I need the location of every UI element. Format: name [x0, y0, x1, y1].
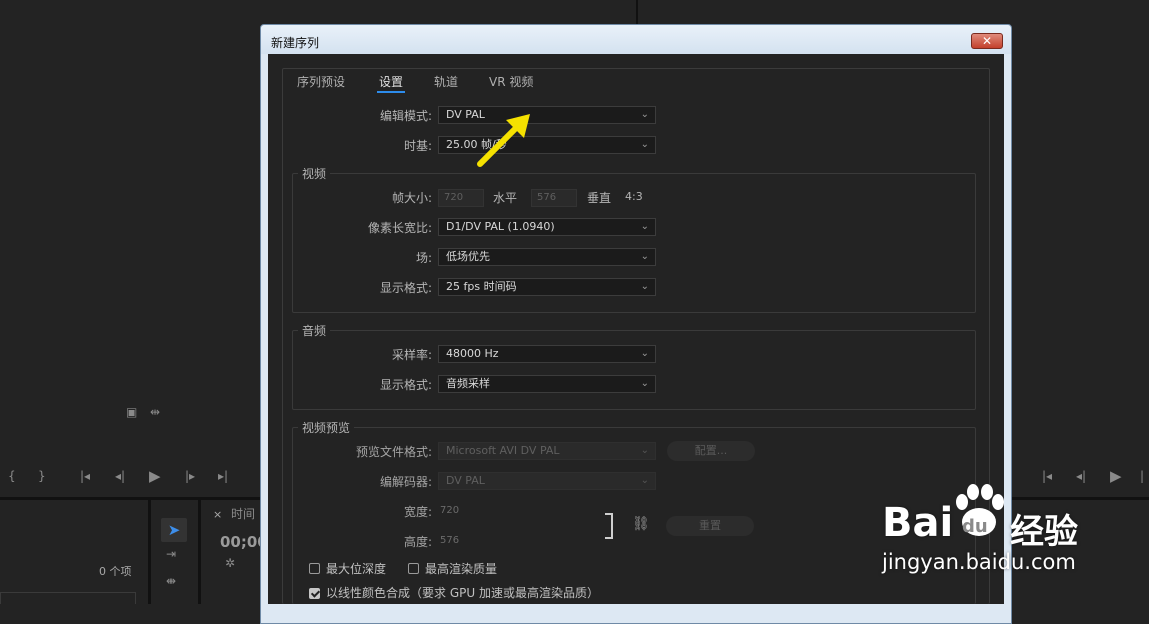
video-preview-group-title: 视频预览	[298, 419, 355, 436]
sample-rate-value: 48000 Hz	[446, 347, 499, 360]
sample-rate-dropdown[interactable]: 48000 Hz ⌄	[438, 345, 656, 363]
pixel-aspect-label: 像素长宽比:	[367, 221, 432, 235]
play-icon[interactable]: ▶	[149, 467, 161, 485]
max-render-quality-checkbox[interactable]	[408, 563, 419, 574]
tab-vr-video[interactable]: VR 视频	[489, 73, 533, 90]
preview-file-format-dropdown[interactable]: Microsoft AVI DV PAL ⌄	[438, 442, 656, 460]
track-select-tool-icon[interactable]: ⇥	[166, 547, 176, 561]
frame-width-input[interactable]: 720	[438, 189, 484, 207]
preview-height-label: 高度:	[403, 535, 432, 549]
preview-height-value: 576	[440, 535, 460, 546]
watermark-url: jingyan.baidu.com	[882, 550, 1076, 574]
video-display-format-value: 25 fps 时间码	[446, 280, 517, 293]
timebase-label: 时基:	[403, 139, 432, 153]
mark-in-icon[interactable]: {	[8, 469, 16, 483]
safe-margins-icon[interactable]: ▣	[126, 405, 137, 419]
link-bracket	[605, 513, 613, 539]
codec-dropdown[interactable]: DV PAL ⌄	[438, 472, 656, 490]
chevron-down-icon: ⌄	[640, 281, 649, 292]
go-to-out-icon[interactable]: ▸|	[218, 469, 228, 483]
chevron-down-icon: ⌄	[640, 139, 649, 150]
timeline-tab-close-icon[interactable]: ×	[213, 508, 222, 521]
frame-height-input[interactable]: 576	[531, 189, 577, 207]
chevron-down-icon: ⌄	[640, 348, 649, 359]
codec-label: 编解码器:	[379, 475, 432, 489]
project-item-count: 0 个项	[99, 565, 132, 578]
close-icon[interactable]: ✕	[971, 33, 1003, 49]
dialog-titlebar: 新建序列 ✕	[261, 25, 1011, 54]
tab-settings-underline	[377, 91, 405, 93]
linear-color-label: 以线性颜色合成（要求 GPU 加速或最高渲染品质）	[326, 586, 599, 600]
chevron-down-icon: ⌄	[640, 475, 649, 486]
right-go-to-in-icon[interactable]: |◂	[1042, 469, 1052, 483]
preview-file-format-label: 预览文件格式:	[355, 445, 432, 459]
drag-audio-icon[interactable]: ⇹	[150, 405, 160, 419]
selection-tool-icon[interactable]: ➤	[161, 518, 187, 542]
chevron-down-icon: ⌄	[640, 221, 649, 232]
annotation-arrow	[477, 114, 530, 167]
video-group-title: 视频	[298, 165, 331, 182]
chevron-down-icon: ⌄	[640, 445, 649, 456]
linear-color-checkbox[interactable]	[309, 588, 320, 599]
tab-settings[interactable]: 设置	[379, 73, 403, 90]
max-bit-depth-label: 最大位深度	[326, 562, 387, 576]
mark-out-icon[interactable]: }	[38, 469, 46, 483]
fields-dropdown[interactable]: 低场优先 ⌄	[438, 248, 656, 266]
vertical-label: 垂直	[587, 191, 612, 205]
video-display-format-dropdown[interactable]: 25 fps 时间码 ⌄	[438, 278, 656, 296]
chevron-down-icon: ⌄	[640, 251, 649, 262]
audio-group-title: 音频	[298, 322, 331, 339]
video-display-format-label: 显示格式:	[379, 281, 432, 295]
audio-display-format-label: 显示格式:	[379, 378, 432, 392]
chain-link-icon[interactable]: ⛓	[632, 516, 650, 532]
project-list-box	[0, 592, 136, 604]
reset-button[interactable]: 重置	[666, 516, 754, 536]
baidu-watermark: Bai du 经验 jingyan.baidu.com	[882, 482, 1142, 578]
panel-divider-top	[636, 0, 638, 24]
timeline-snap-icon[interactable]: ✲	[225, 556, 235, 570]
preview-width-label: 宽度:	[403, 505, 432, 519]
right-step-back-icon[interactable]: ◂|	[1076, 469, 1086, 483]
configure-button[interactable]: 配置...	[667, 441, 755, 461]
aspect-ratio-value: 4:3	[625, 190, 643, 203]
step-forward-icon[interactable]: |▸	[185, 469, 195, 483]
step-back-icon[interactable]: ◂|	[115, 469, 125, 483]
chevron-down-icon: ⌄	[640, 378, 649, 389]
panel-divider-vertical-2	[198, 500, 201, 604]
panel-divider-vertical-1	[148, 500, 151, 604]
panel-divider-horizontal-left	[0, 497, 262, 500]
watermark-brand: Bai	[882, 500, 954, 546]
right-step-forward-icon[interactable]: |	[1140, 469, 1144, 483]
max-render-quality-label: 最高渲染质量	[425, 562, 498, 576]
dialog-title: 新建序列	[271, 36, 320, 50]
tab-sequence-presets[interactable]: 序列预设	[297, 73, 345, 90]
preview-width-value: 720	[440, 505, 460, 516]
codec-value: DV PAL	[446, 474, 485, 487]
pixel-aspect-value: D1/DV PAL (1.0940)	[446, 220, 555, 233]
watermark-product: 经验	[1010, 512, 1078, 552]
timeline-tab[interactable]: 时间	[231, 505, 255, 522]
audio-display-format-dropdown[interactable]: 音频采样 ⌄	[438, 375, 656, 393]
fields-label: 场:	[415, 251, 432, 265]
audio-display-format-value: 音频采样	[446, 377, 490, 390]
chevron-down-icon: ⌄	[640, 109, 649, 120]
tab-tracks[interactable]: 轨道	[434, 73, 458, 90]
fields-value: 低场优先	[446, 250, 490, 263]
audio-group	[292, 330, 976, 410]
preview-file-format-value: Microsoft AVI DV PAL	[446, 444, 560, 457]
sample-rate-label: 采样率:	[391, 348, 432, 362]
pixel-aspect-dropdown[interactable]: D1/DV PAL (1.0940) ⌄	[438, 218, 656, 236]
ripple-edit-tool-icon[interactable]: ⇼	[166, 574, 176, 588]
go-to-in-icon[interactable]: |◂	[80, 469, 90, 483]
max-bit-depth-checkbox[interactable]	[309, 563, 320, 574]
horizontal-label: 水平	[493, 191, 518, 205]
frame-size-label: 帧大小:	[391, 191, 432, 205]
watermark-brand-suffix: du	[962, 516, 988, 537]
editing-mode-label: 编辑模式:	[379, 109, 432, 123]
